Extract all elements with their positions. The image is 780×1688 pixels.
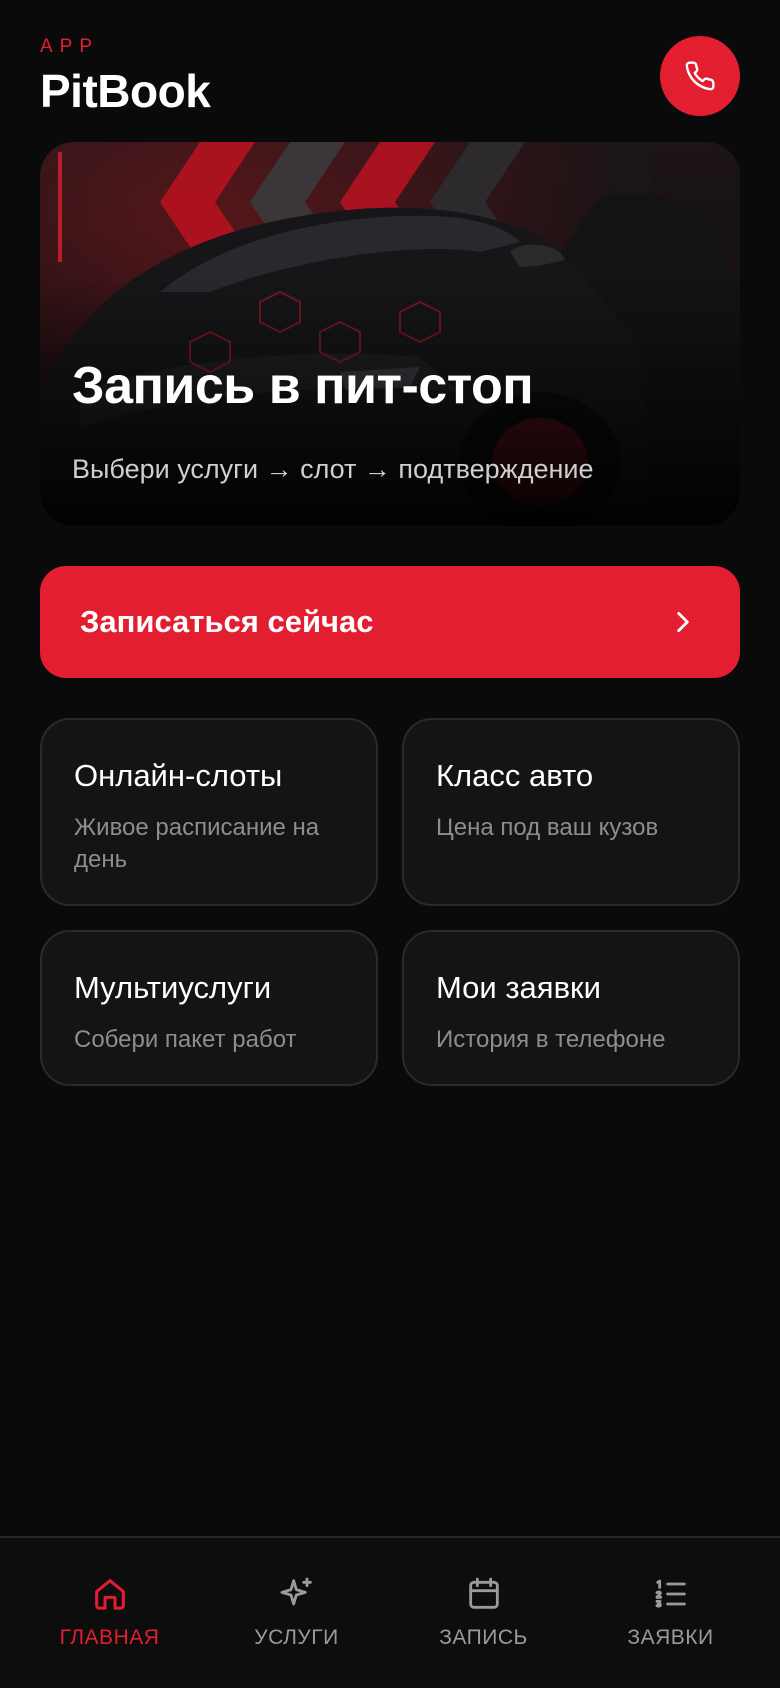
- feature-title: Мои заявки: [436, 970, 601, 1005]
- feature-card-my-requests[interactable]: Мои заявки История в телефоне: [402, 930, 740, 1086]
- hero-title: Запись в пит-стоп: [72, 357, 534, 415]
- nav-item-home[interactable]: ГЛАВНАЯ: [12, 1574, 207, 1664]
- sparkle-icon: [280, 1577, 312, 1606]
- nav-item-booking[interactable]: ЗАПИСЬ: [386, 1574, 581, 1664]
- phone-icon: [685, 61, 715, 91]
- feature-card-multi-services[interactable]: Мультиуслуги Собери пакет работ: [40, 930, 378, 1086]
- brand-title: PitBook: [40, 65, 211, 117]
- book-now-label: Записаться сейчас: [80, 604, 374, 639]
- brand-eyebrow: APP: [40, 36, 100, 57]
- feature-description: Собери пакет работ: [74, 1026, 297, 1053]
- chevron-right-icon: [677, 611, 689, 633]
- nav-label-booking: ЗАПИСЬ: [439, 1626, 528, 1649]
- feature-card-car-class[interactable]: Класс авто Цена под ваш кузов: [402, 718, 740, 906]
- feature-title: Класс авто: [436, 758, 594, 793]
- feature-description: Живое расписание на день: [74, 814, 320, 873]
- feature-title: Мультиуслуги: [74, 970, 272, 1005]
- call-button[interactable]: [660, 36, 740, 116]
- feature-title: Онлайн-слоты: [74, 758, 283, 793]
- nav-label-home: ГЛАВНАЯ: [59, 1626, 160, 1649]
- app-screen: APP PitBook Запись в пит-стоп Выбери усл…: [0, 0, 780, 1688]
- app-header: APP PitBook: [40, 36, 740, 117]
- hero-banner: Запись в пит-стоп Выбери услуги → слот →…: [40, 142, 740, 526]
- nav-label-requests: ЗАЯВКИ: [627, 1626, 714, 1649]
- nav-item-requests[interactable]: ЗАЯВКИ: [573, 1574, 768, 1664]
- nav-label-services: УСЛУГИ: [254, 1626, 339, 1649]
- feature-description: Цена под ваш кузов: [436, 814, 659, 841]
- bottom-navigation: ГЛАВНАЯ УСЛУГИ ЗАПИСЬ ЗАЯВКИ: [0, 1536, 780, 1688]
- home-icon: [94, 1579, 125, 1610]
- book-now-button[interactable]: Записаться сейчас: [40, 566, 740, 678]
- feature-description: История в телефоне: [436, 1026, 666, 1053]
- calendar-icon: [468, 1577, 499, 1609]
- nav-item-services[interactable]: УСЛУГИ: [199, 1574, 394, 1664]
- hero-subtitle: Выбери услуги → слот → подтверждение: [72, 454, 594, 484]
- numbered-list-icon: [655, 1579, 686, 1608]
- feature-card-online-slots[interactable]: Онлайн-слоты Живое расписание на день: [40, 718, 378, 906]
